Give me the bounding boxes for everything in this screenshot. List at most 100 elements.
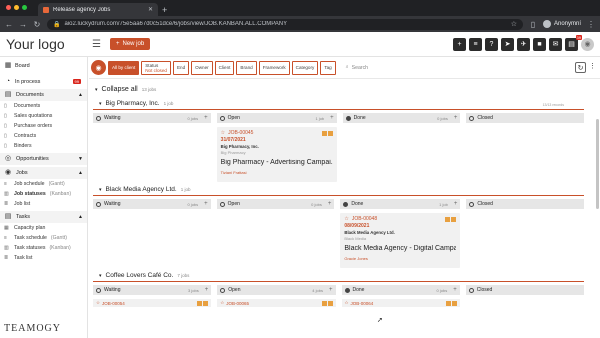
brand-logo[interactable]: Your logo [0,36,90,52]
sidebar-item-label: Board [15,62,30,69]
sidebar-section-jobs[interactable]: ◉ Jobs ▲ [0,167,87,179]
sidebar-item-task-schedule[interactable]: ≡ Task schedule (Gantt) [0,233,87,243]
star-icon[interactable]: ☆ [221,130,225,136]
sidebar-item-contracts[interactable]: ▯ Contracts [0,131,87,141]
star-icon[interactable]: ☆ [96,300,100,306]
filter-end[interactable]: End [172,60,190,75]
filter-status[interactable]: Status Not closed [141,60,171,75]
sidebar-item-sales-quotations[interactable]: ▯ Sales quotations [0,111,87,121]
vertical-scrollbar[interactable] [596,119,599,209]
sidebar-item-job-statuses[interactable]: ▥ Job statuses (Kanban) [0,189,87,199]
filter-framework[interactable]: Framework [258,60,290,75]
reading-list-icon[interactable]: ▯ [529,20,537,29]
job-card[interactable]: ☆ JOB-00065 [217,299,336,307]
job-card[interactable]: ☆ JOB-00054 [93,299,212,307]
star-icon[interactable]: ☆ [344,216,348,222]
chat-icon[interactable]: ✉ [549,37,562,51]
collapse-all-toggle[interactable]: ▾ Collapse all 13 jobs [89,79,600,96]
add-job-icon[interactable]: + [328,201,332,207]
forward-icon[interactable]: → [19,20,27,29]
new-job-button[interactable]: + New job [110,38,151,50]
add-job-icon[interactable]: + [454,115,458,121]
filter-value: Not closed [145,67,167,73]
notifications-icon[interactable]: ▤ 39 [565,34,582,51]
column-title: Closed [477,115,493,121]
add-job-icon[interactable]: + [204,201,208,207]
sidebar-item-documents[interactable]: ▯ Documents [0,101,87,111]
add-job-icon[interactable]: + [329,287,333,293]
sidebar-item-binders[interactable]: ▯ Binders [0,141,87,151]
group-header[interactable]: ▾ Black Media Agency Ltd. 1 job [93,182,584,196]
job-card[interactable]: ☆ JOB-00048 08/09/2021 Black Media Agency… [340,213,461,268]
add-job-icon[interactable]: + [453,287,457,293]
send-icon[interactable]: ➤ [501,37,514,51]
add-job-icon[interactable]: + [205,287,209,293]
caret-up-icon: ▲ [78,92,83,98]
minimize-window-button[interactable] [14,5,19,10]
filter-all-by-client[interactable]: All by client [108,60,140,75]
address-bar[interactable]: 🔒 aio2.luckydrum.com/75e5aa67d0c51dce/6/… [47,18,523,30]
sidebar-item-task-statuses[interactable]: ▥ Task statuses (Kanban) [0,243,87,253]
job-card[interactable]: ☆ JOB-00045 31/07/2021 Big Pharmacy, Inc.… [216,127,337,182]
column-header: Open 4 jobs + [217,285,336,295]
filter-owner[interactable]: Owner [191,60,213,75]
sidebar-item-label: Task schedule [14,235,47,241]
sidebar-section-documents[interactable]: ▤ Documents ▲ [0,89,87,101]
browser-tab[interactable]: Release agency Jobs ✕ [38,3,158,16]
hamburger-menu-icon[interactable]: ☰ [92,39,102,50]
column-waiting: Waiting 0 jobs + [93,113,211,182]
video-icon[interactable]: ■ [533,37,546,51]
column-open: Open 0 jobs + [216,199,335,268]
group-header[interactable]: ▾ Coffee Lovers Café Co. 7 jobs [93,268,584,282]
job-card[interactable]: ☆ JOB-00064 [341,299,460,307]
lock-icon: 🔒 [53,21,61,28]
sidebar-item-board[interactable]: ▦ Board [0,60,87,71]
sidebar-item-purchase-orders[interactable]: ▯ Purchase orders [0,121,87,131]
view-switch-icon[interactable]: ◉ [91,60,106,75]
more-options-icon[interactable]: ⋮ [589,62,596,73]
add-icon[interactable]: + [453,37,466,51]
sidebar-item-capacity-plan[interactable]: ▦ Capacity plan [0,223,87,233]
help-icon[interactable]: ? [485,37,498,51]
close-window-button[interactable] [6,5,11,10]
doc-icon: ▯ [4,133,7,139]
doc-icon: ▯ [4,103,7,109]
browser-menu-icon[interactable]: ⋮ [587,20,595,29]
maximize-window-button[interactable] [22,5,27,10]
add-job-icon[interactable]: + [454,201,458,207]
column-done: Done 0 jobs + [342,113,461,182]
chevron-down-icon: ▾ [95,86,98,93]
back-icon[interactable]: ← [5,20,13,29]
bookmark-star-icon[interactable]: ☆ [511,20,517,28]
send-alt-icon[interactable]: ✈ [517,37,530,51]
tag-icons [445,216,457,222]
refresh-icon[interactable]: ↻ [575,62,586,73]
sidebar-item-job-schedule[interactable]: ≡ Job schedule (Gantt) [0,179,87,189]
reload-icon[interactable]: ↻ [33,20,41,29]
star-icon[interactable]: ☆ [345,300,349,306]
add-job-icon[interactable]: + [204,115,208,121]
profile-button[interactable]: Anonymní [542,20,581,28]
check-circle-icon [343,201,349,207]
sidebar-item-task-list[interactable]: ≣ Task list [0,253,87,263]
sidebar-item-job-list[interactable]: ≣ Job list [0,199,87,209]
filter-tag[interactable]: Tag [320,60,336,75]
search-input[interactable]: ⌕ Search [346,64,573,71]
column-header: Done 0 jobs + [341,285,460,295]
window-controls [6,5,27,10]
list-icon[interactable]: ≡ [469,37,482,51]
add-job-icon[interactable]: + [330,115,334,121]
star-icon[interactable]: ☆ [220,300,224,306]
sidebar-item-in-process[interactable]: ◔ In process 99 [0,76,87,87]
sidebar-section-tasks[interactable]: ▤ Tasks ▲ [0,211,87,223]
group-header[interactable]: ▾ Big Pharmacy, Inc. 1 job [93,96,584,110]
filter-category[interactable]: Category [291,60,319,75]
profile-avatar-icon [542,20,551,28]
user-avatar[interactable]: ◉ [581,37,594,51]
kanban-icon: ▥ [4,191,9,197]
close-tab-icon[interactable]: ✕ [148,6,153,13]
new-tab-icon[interactable]: + [162,4,167,16]
filter-brand[interactable]: Brand [236,60,257,75]
filter-client[interactable]: Client [214,60,235,75]
sidebar-section-opportunities[interactable]: ◎ Opportunities ▼ [0,153,87,165]
